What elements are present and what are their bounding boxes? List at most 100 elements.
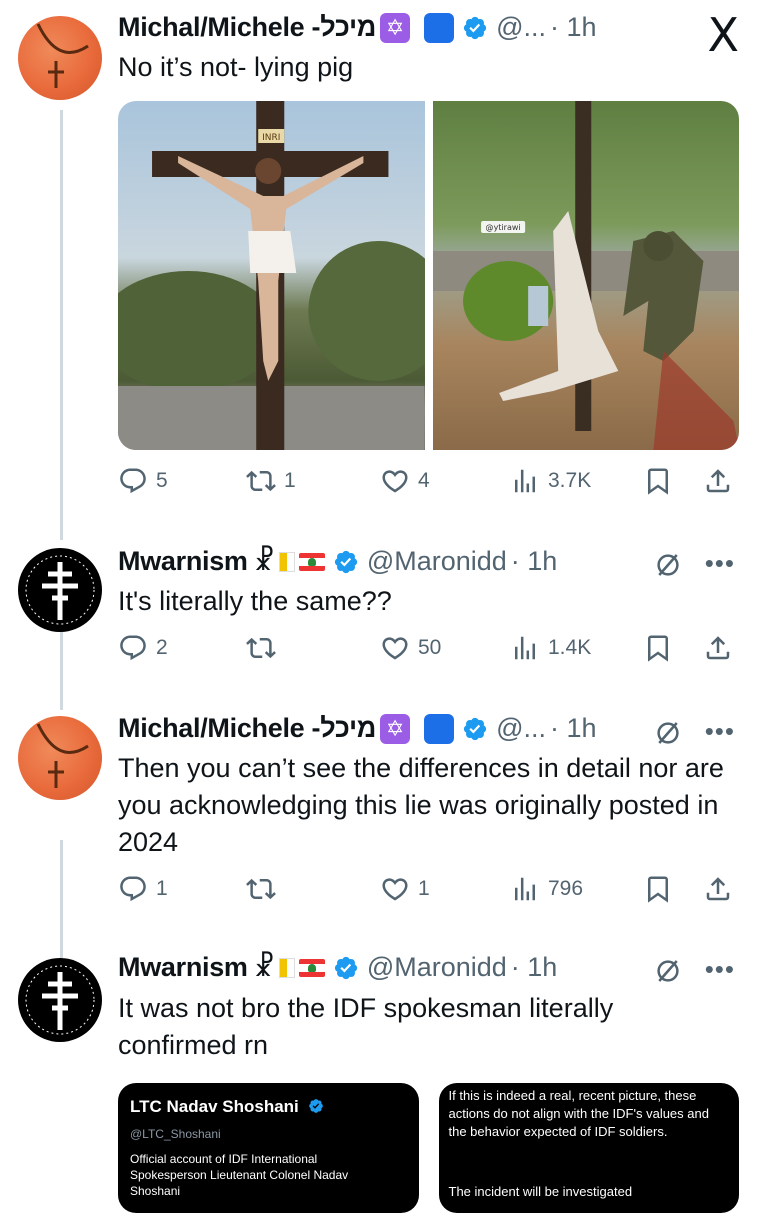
like-button[interactable]: 1	[380, 874, 430, 904]
like-icon	[380, 874, 410, 904]
screenshot-card[interactable]: LTC Nadav Shoshani @LTC_Shoshani Officia…	[118, 1083, 739, 1213]
statement-screenshot[interactable]: If this is indeed a real, recent picture…	[438, 1083, 739, 1213]
lebanon-flag-icon	[298, 958, 325, 977]
verified-icon	[462, 716, 488, 742]
tweet[interactable]: Mwarnism ☧ @Maronidd · 1h ••• It's liter…	[0, 540, 757, 700]
views-count: 1.4K	[548, 636, 592, 659]
repost-icon	[246, 466, 276, 496]
display-name[interactable]: Michal/Michele -מיכל	[118, 713, 376, 744]
views-count: 796	[548, 877, 584, 900]
handle[interactable]: @Maronidd	[367, 952, 507, 983]
handle[interactable]: @...	[496, 713, 546, 744]
tweet-text: It was not bro the IDF spokesman literal…	[118, 993, 614, 1060]
profile-bio: Official account of IDF International Sp…	[130, 1152, 349, 1198]
tweet[interactable]: Michal/Michele -מיכל ✡ @... · 1h No it’s…	[0, 0, 757, 520]
crucifix-photo[interactable]: INRI	[118, 101, 425, 450]
avatar[interactable]	[18, 16, 102, 100]
blue-square-icon	[424, 12, 455, 43]
tweet-text: It's literally the same??	[118, 586, 392, 616]
star-of-david-icon: ✡	[380, 713, 411, 744]
tweet-actions: 5 1 4 3.7K	[118, 466, 738, 502]
like-count: 4	[418, 469, 430, 492]
repost-button[interactable]: 1	[246, 466, 296, 496]
like-count: 1	[418, 877, 430, 900]
bookmark-button[interactable]	[643, 466, 681, 496]
tweet-text: Then you can’t see the differences in de…	[118, 753, 724, 857]
necklace-icon	[36, 723, 89, 788]
views-button[interactable]: 1.4K	[510, 633, 591, 663]
tweet-text: No it’s not- lying pig	[118, 52, 354, 82]
reply-count: 2	[156, 636, 168, 659]
like-icon	[380, 466, 410, 496]
views-button[interactable]: 796	[510, 874, 583, 904]
watermark-text: @ytirawi	[485, 223, 520, 232]
chi-rho-cross-icon	[25, 965, 95, 1035]
display-name[interactable]: Mwarnism	[118, 546, 248, 577]
bookmark-button[interactable]	[643, 874, 681, 904]
repost-icon	[246, 633, 276, 663]
reply-icon	[118, 466, 148, 496]
avatar[interactable]	[18, 958, 102, 1042]
statement-text: If this is indeed a real, recent picture…	[448, 1088, 709, 1139]
chi-rho-icon: ☧	[253, 546, 275, 577]
more-icon[interactable]: •••	[705, 954, 735, 985]
bookmark-button[interactable]	[643, 633, 681, 663]
reply-button[interactable]: 5	[118, 466, 168, 496]
vatican-flag-icon	[278, 551, 295, 572]
more-icon[interactable]: •••	[705, 548, 735, 579]
share-icon	[703, 466, 733, 496]
tweet-media[interactable]: INRI @ytirawi	[118, 101, 739, 450]
statue-illustration: @ytirawi	[432, 101, 739, 450]
timestamp[interactable]: · 1h	[550, 12, 597, 43]
reply-button[interactable]: 1	[118, 874, 168, 904]
like-button[interactable]: 50	[380, 633, 441, 663]
share-button[interactable]	[703, 633, 741, 663]
mute-icon[interactable]	[653, 718, 683, 748]
chi-rho-cross-icon	[25, 555, 95, 625]
profile-screenshot[interactable]: LTC Nadav Shoshani @LTC_Shoshani Officia…	[118, 1083, 419, 1213]
profile-handle: @LTC_Shoshani	[130, 1127, 221, 1141]
reply-icon	[118, 874, 148, 904]
views-button[interactable]: 3.7K	[510, 466, 591, 496]
repost-count: 1	[284, 469, 296, 492]
tweet-header: Michal/Michele -מיכל ✡ @... · 1h	[118, 12, 597, 43]
handle[interactable]: @Maronidd	[367, 546, 507, 577]
vatican-flag-icon	[278, 957, 295, 978]
mute-icon[interactable]	[653, 956, 683, 986]
share-icon	[703, 633, 733, 663]
crucifix-illustration: INRI	[118, 101, 425, 450]
display-name[interactable]: Mwarnism	[118, 952, 248, 983]
inri-sign: INRI	[262, 133, 280, 143]
timestamp[interactable]: · 1h	[511, 546, 558, 577]
verified-icon	[333, 549, 359, 575]
chi-rho-icon: ☧	[253, 952, 275, 983]
like-count: 50	[418, 636, 442, 659]
views-icon	[510, 466, 540, 496]
handle[interactable]: @...	[496, 12, 546, 43]
avatar[interactable]	[18, 716, 102, 800]
avatar[interactable]	[18, 548, 102, 632]
reply-count: 1	[156, 877, 168, 900]
tweet[interactable]: Michal/Michele -מיכל ✡ @... · 1h ••• The…	[0, 712, 757, 932]
views-count: 3.7K	[548, 469, 592, 492]
mute-icon[interactable]	[653, 550, 683, 580]
reply-button[interactable]: 2	[118, 633, 168, 663]
share-button[interactable]	[703, 874, 741, 904]
repost-button[interactable]	[246, 633, 284, 663]
tweet-actions: 2 50 1.4K	[118, 633, 738, 669]
tweet-actions: 1 1 796	[118, 874, 738, 910]
bookmark-icon	[643, 874, 673, 904]
tweet-header: Mwarnism ☧ @Maronidd · 1h	[118, 952, 557, 983]
more-icon[interactable]: •••	[705, 716, 735, 747]
like-button[interactable]: 4	[380, 466, 430, 496]
display-name[interactable]: Michal/Michele -מיכל	[118, 12, 376, 43]
share-button[interactable]	[703, 466, 741, 496]
timestamp[interactable]: · 1h	[550, 713, 597, 744]
statue-photo[interactable]: @ytirawi	[432, 101, 739, 450]
star-of-david-icon: ✡	[380, 12, 411, 43]
repost-button[interactable]	[246, 874, 284, 904]
reply-count: 5	[156, 469, 168, 492]
verified-icon	[462, 15, 488, 41]
timestamp[interactable]: · 1h	[511, 952, 558, 983]
tweet-header: Mwarnism ☧ @Maronidd · 1h	[118, 546, 557, 577]
